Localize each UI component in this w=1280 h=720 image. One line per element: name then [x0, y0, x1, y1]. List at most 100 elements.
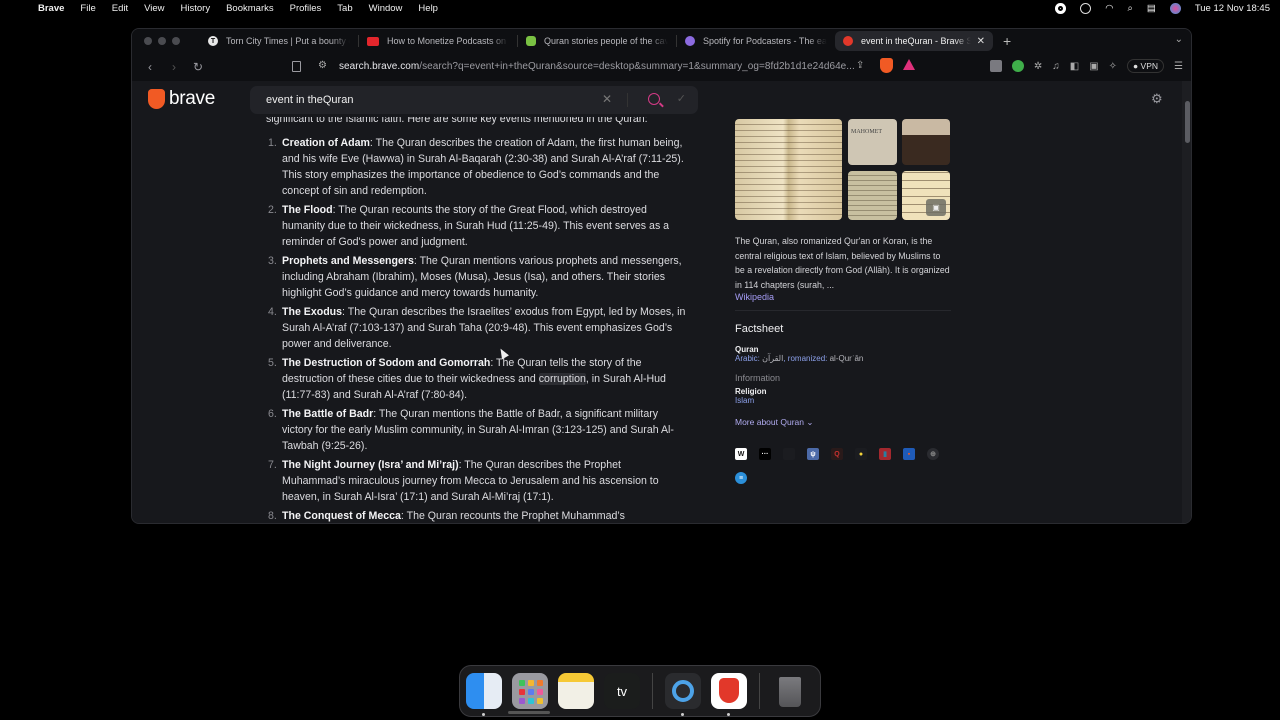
item-text: : The Quran recounts the story of the Gr… — [282, 204, 670, 248]
dock-divider — [759, 673, 760, 709]
siri-icon[interactable] — [1169, 2, 1181, 14]
play-icon[interactable] — [1080, 2, 1092, 14]
main-menu-icon[interactable]: ☰ — [1174, 61, 1183, 72]
library-icon[interactable]: ▮ — [879, 448, 891, 460]
circle-site-icon[interactable]: ≡ — [735, 472, 747, 484]
mahomet-book-image[interactable] — [848, 119, 897, 165]
extensions-puzzle-icon[interactable]: ✲ — [1034, 61, 1042, 72]
tab-spotify-podcasters[interactable]: Spotify for Podcasters - The easi — [677, 31, 835, 51]
sidebar-icon[interactable]: ◧ — [1070, 61, 1079, 72]
record-icon[interactable] — [1055, 2, 1067, 14]
window-controls — [144, 37, 180, 45]
image-gallery: ▣ — [735, 101, 951, 221]
religion-link[interactable]: Islam — [735, 396, 951, 405]
check-icon[interactable]: ✓ — [677, 92, 686, 105]
menu-view[interactable]: View — [144, 3, 164, 14]
tab-rumble[interactable]: Quran stories people of the cave — [518, 31, 676, 51]
launchpad-icon[interactable] — [512, 673, 548, 709]
quora-icon[interactable]: Q — [831, 448, 843, 460]
religion-label: Religion — [735, 387, 767, 396]
reload-button[interactable]: ↻ — [192, 60, 204, 74]
list-item: 1. Creation of Adam: The Quran describes … — [266, 135, 686, 199]
trash-icon[interactable] — [772, 673, 808, 709]
fact-name-label: Quran — [735, 345, 759, 354]
menu-bookmarks[interactable]: Bookmarks — [226, 3, 274, 14]
running-indicator — [681, 713, 684, 716]
list-item: 3. Prophets and Messengers: The Quran men… — [266, 253, 686, 301]
vpn-button[interactable]: ● VPN — [1127, 59, 1165, 73]
wallet-icon[interactable]: ▣ — [1089, 61, 1098, 72]
wikipedia-icon[interactable]: W — [735, 448, 747, 460]
settings-gear-icon[interactable]: ⚙ — [1151, 91, 1163, 107]
forward-button[interactable]: › — [168, 60, 180, 74]
wifi-icon[interactable]: ◠ — [1105, 3, 1113, 14]
quran-manuscript-image[interactable] — [735, 119, 842, 220]
clock[interactable]: Tue 12 Nov 18:45 — [1195, 3, 1270, 14]
kp-description: The Quran, also romanized Qur'an or Kora… — [735, 236, 950, 290]
wikipedia-link[interactable]: Wikipedia — [735, 292, 951, 302]
menu-tab[interactable]: Tab — [337, 3, 352, 14]
brave-shields-icon[interactable] — [880, 58, 893, 73]
menu-edit[interactable]: Edit — [112, 3, 128, 14]
yellow-site-icon[interactable]: ● — [855, 448, 867, 460]
manuscript-page-image[interactable] — [848, 171, 897, 220]
notes-icon[interactable] — [558, 673, 594, 709]
list-number: 6. — [268, 408, 277, 420]
britannica-icon[interactable]: ψ — [807, 448, 819, 460]
menu-history[interactable]: History — [181, 3, 211, 14]
brave-browser-icon[interactable] — [711, 673, 747, 716]
bookmark-icon[interactable] — [292, 61, 301, 72]
search-input[interactable]: event in theQuran ✕ ✓ — [250, 86, 698, 114]
address-bar[interactable]: search.brave.com/search?q=event+in+theQu… — [339, 61, 855, 72]
quran-stand-image[interactable] — [902, 119, 950, 165]
more-about-button[interactable]: More about Quran ⌄ — [735, 417, 951, 428]
zoom-window-button[interactable] — [172, 37, 180, 45]
youtube-icon — [367, 36, 379, 46]
tab-search-chevron-icon[interactable]: ⌄ — [1175, 34, 1183, 45]
search-header: brave event in theQuran ✕ ✓ ⚙ — [132, 81, 1182, 117]
apple-tv-icon[interactable]: tv — [604, 673, 640, 709]
close-tab-icon[interactable]: ✕ — [977, 36, 985, 47]
brave-lion-icon — [148, 89, 165, 109]
quicktime-icon[interactable] — [665, 673, 701, 716]
site-info-icon[interactable]: ⚙ — [318, 60, 327, 71]
back-button[interactable]: ‹ — [144, 60, 156, 74]
list-number: 5. — [268, 357, 277, 369]
extension-icon[interactable] — [989, 60, 1002, 72]
tab-torn-city[interactable]: T Torn City Times | Put a bounty on — [200, 31, 358, 51]
spotlight-search-icon[interactable]: ⌕ — [1128, 3, 1133, 14]
green-extension-icon[interactable] — [1011, 60, 1024, 72]
globe-icon[interactable]: ⊕ — [927, 448, 939, 460]
control-center-icon[interactable]: ▤ — [1147, 3, 1156, 14]
page-scrollbar[interactable] — [1182, 81, 1191, 523]
brave-logo[interactable]: brave — [148, 88, 215, 110]
menu-window[interactable]: Window — [369, 3, 403, 14]
calligraphy-image[interactable]: ▣ — [902, 171, 950, 220]
blue-site-icon[interactable]: ▪ — [903, 448, 915, 460]
scrollbar-thumb[interactable] — [1185, 101, 1190, 143]
menu-profiles[interactable]: Profiles — [290, 3, 322, 14]
brave-rewards-icon[interactable] — [903, 59, 915, 70]
minimize-window-button[interactable] — [158, 37, 166, 45]
menu-app-name[interactable]: Brave — [38, 3, 64, 14]
share-icon[interactable]: ⇪ — [856, 60, 864, 71]
more-images-icon[interactable]: ▣ — [926, 199, 946, 216]
search-icon[interactable] — [648, 93, 660, 105]
rumble-icon — [526, 36, 536, 46]
tab-brave-search[interactable]: event in theQuran - Brave Se ✕ — [835, 31, 993, 51]
menu-help[interactable]: Help — [418, 3, 438, 14]
tab-youtube[interactable]: How to Monetize Podcasts on Sp — [359, 31, 517, 51]
new-tab-button[interactable]: + — [1003, 33, 1011, 49]
tab-label: Spotify for Podcasters - The easi — [703, 36, 827, 46]
media-music-icon[interactable]: ♫ — [1052, 61, 1060, 72]
leo-ai-icon[interactable]: ✧ — [1109, 61, 1117, 72]
menu-file[interactable]: File — [80, 3, 95, 14]
esc-icon[interactable]: ··· — [759, 448, 771, 460]
spotify-podcasters-icon — [685, 36, 695, 46]
dark-site-icon[interactable] — [783, 448, 795, 460]
dock: tv — [459, 665, 821, 717]
item-title: Prophets and Messengers — [282, 255, 414, 267]
finder-icon[interactable] — [466, 673, 502, 716]
close-window-button[interactable] — [144, 37, 152, 45]
clear-search-icon[interactable]: ✕ — [602, 92, 612, 106]
